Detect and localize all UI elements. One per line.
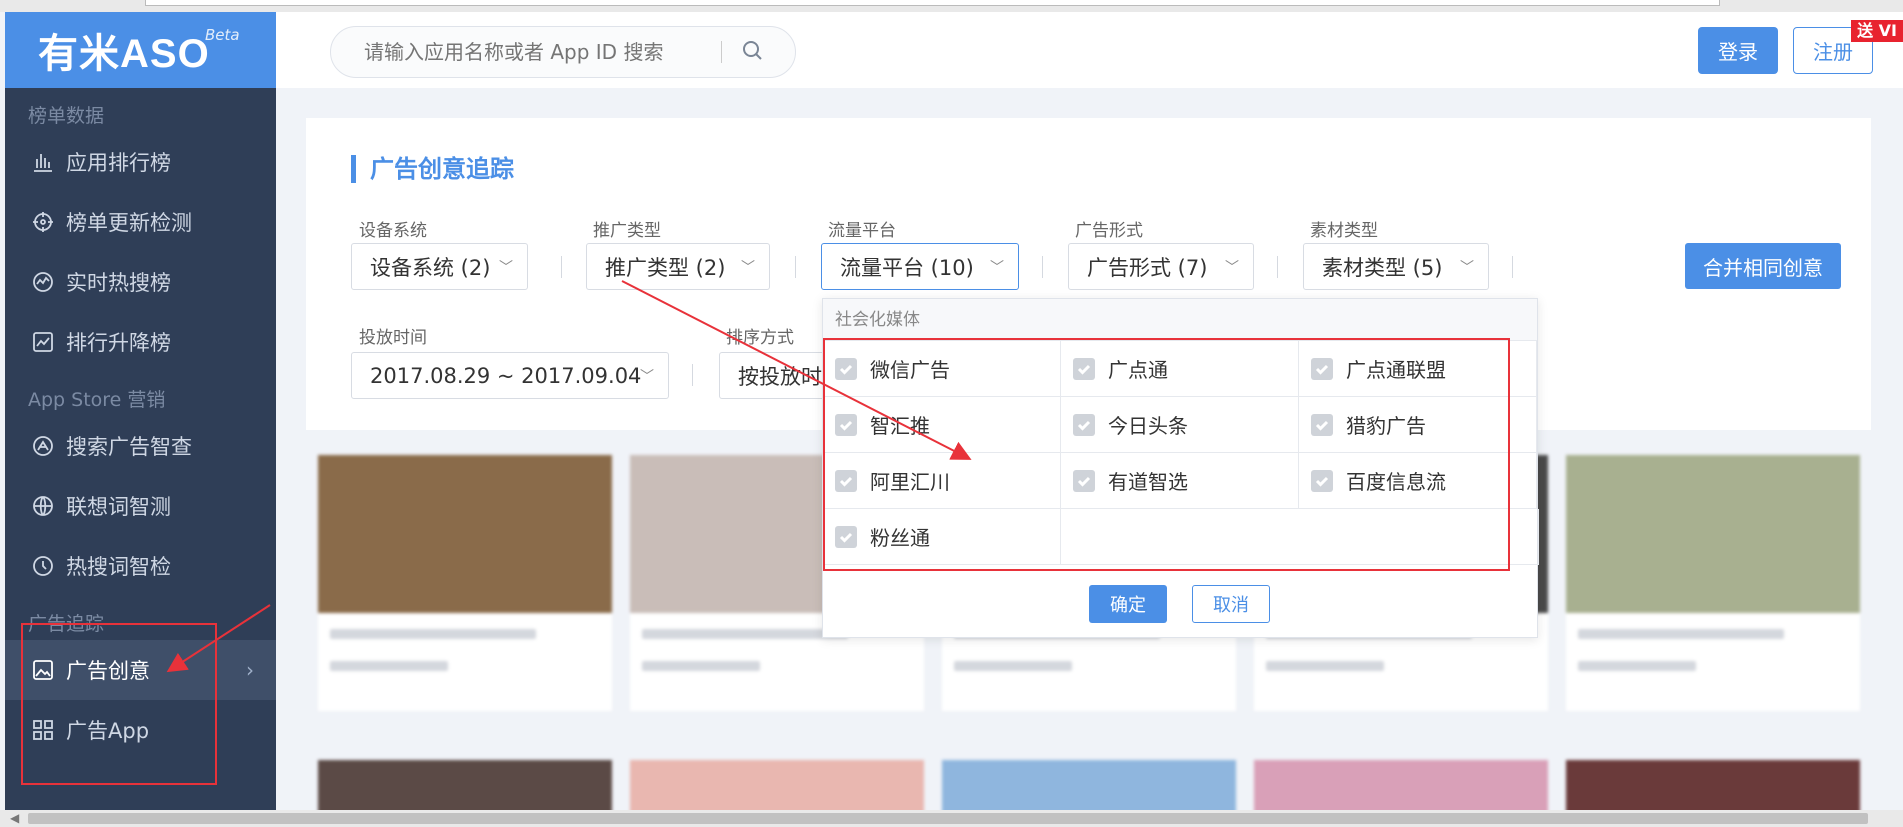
top-header: 登录 注册 送 VI [276, 12, 1903, 88]
sidebar-item-label: 实时热搜榜 [66, 271, 171, 295]
select-value: 素材类型 (5) [1322, 255, 1443, 280]
globe-icon [30, 493, 56, 519]
brand-name: 有米ASO [38, 32, 210, 76]
sidebar-item-label: 搜索广告智查 [66, 435, 192, 459]
filter-label-promo-type: 推广类型 [593, 221, 661, 241]
section-title-appstore: App Store 营销 [28, 389, 166, 411]
sidebar-item-rank-change[interactable]: 排行升降榜 [5, 312, 276, 372]
creative-meta [1578, 661, 1696, 671]
filter-label-traffic: 流量平台 [828, 221, 896, 241]
chevron-down-icon: ﹀ [990, 259, 1004, 276]
creative-meta [642, 661, 760, 671]
search-input[interactable] [331, 40, 721, 64]
filter-promo-type-select[interactable]: 推广类型 (2) ﹀ [586, 243, 770, 290]
creative-meta [330, 661, 448, 671]
sidebar-item-ranking-update[interactable]: 榜单更新检测 [5, 192, 276, 252]
browser-url-bar[interactable] [145, 0, 1720, 6]
cancel-button[interactable]: 取消 [1192, 585, 1270, 623]
filter-label-ad-format: 广告形式 [1075, 221, 1143, 241]
filter-device-select[interactable]: 设备系统 (2) ﹀ [351, 243, 528, 290]
sort-select[interactable]: 按投放时 [719, 352, 829, 399]
filter-label-device: 设备系统 [359, 221, 427, 241]
creative-meta [1266, 661, 1384, 671]
sidebar-item-hot-keywords[interactable]: 热搜词智检 [5, 536, 276, 596]
chevron-down-icon: ﹀ [640, 368, 654, 385]
sidebar-item-label: 榜单更新检测 [66, 211, 192, 235]
sidebar-item-label: 热搜词智检 [66, 555, 171, 579]
creative-card[interactable] [318, 455, 612, 711]
horizontal-scrollbar[interactable]: ◀ [0, 810, 1903, 827]
date-range-select[interactable]: 2017.08.29 ~ 2017.09.04 ﹀ [351, 352, 669, 399]
creative-caption [642, 629, 848, 639]
logo[interactable]: 有米ASO Beta [5, 12, 276, 88]
filter-label-date: 投放时间 [359, 328, 427, 348]
chevron-down-icon: ﹀ [741, 259, 755, 276]
creative-card[interactable] [1566, 455, 1860, 711]
sidebar-item-app-ranking[interactable]: 应用排行榜 [5, 132, 276, 192]
chevron-down-icon: ﹀ [1225, 259, 1239, 276]
select-value: 流量平台 (10) [840, 255, 974, 280]
select-value: 推广类型 (2) [605, 255, 726, 280]
scroll-left-icon[interactable]: ◀ [10, 811, 19, 825]
sidebar-item-search-ads[interactable]: 搜索广告智查 [5, 416, 276, 476]
divider [795, 256, 796, 278]
annotation-box-options [823, 338, 1510, 571]
creative-meta [954, 661, 1072, 671]
chevron-right-icon: › [246, 658, 254, 682]
filter-label-sort: 排序方式 [726, 328, 794, 348]
select-value: 按投放时 [738, 364, 822, 389]
login-button[interactable]: 登录 [1698, 27, 1778, 74]
filter-traffic-select[interactable]: 流量平台 (10) ﹀ [821, 243, 1019, 290]
promo-badge[interactable]: 送 VI [1851, 20, 1903, 42]
filter-ad-format-select[interactable]: 广告形式 (7) ﹀ [1068, 243, 1254, 290]
confirm-button[interactable]: 确定 [1089, 585, 1167, 623]
divider [692, 364, 693, 386]
bar-chart-icon [30, 149, 56, 175]
creative-caption [330, 629, 536, 639]
select-value: 广告形式 (7) [1087, 255, 1208, 280]
filter-material-select[interactable]: 素材类型 (5) ﹀ [1303, 243, 1489, 290]
chevron-down-icon: ﹀ [499, 259, 513, 276]
creative-thumbnail [318, 455, 612, 613]
browser-top-strip [0, 0, 1903, 12]
sidebar-item-label: 排行升降榜 [66, 331, 171, 355]
search-divider [721, 41, 722, 63]
annotation-box-sidebar [21, 623, 217, 785]
trend-circle-icon [30, 269, 56, 295]
sidebar-item-label: 应用排行榜 [66, 151, 171, 175]
sidebar-item-hot-search[interactable]: 实时热搜榜 [5, 252, 276, 312]
search-box [330, 26, 796, 78]
filter-label-material: 素材类型 [1310, 221, 1378, 241]
select-value: 2017.08.29 ~ 2017.09.04 [370, 363, 642, 388]
divider [1512, 256, 1513, 278]
sidebar-item-label: 联想词智测 [66, 495, 171, 519]
merge-creatives-button[interactable]: 合并相同创意 [1685, 243, 1841, 289]
dropdown-group-title: 社会化媒体 [823, 299, 1537, 341]
chevron-down-icon: ﹀ [1460, 259, 1474, 276]
creative-caption [1578, 629, 1784, 639]
select-value: 设备系统 (2) [370, 255, 491, 280]
divider [1042, 256, 1043, 278]
creative-thumbnail [1566, 455, 1860, 613]
crosshair-icon [30, 209, 56, 235]
scrollbar-thumb[interactable] [28, 813, 1868, 824]
chart-box-icon [30, 329, 56, 355]
divider [1277, 256, 1278, 278]
gauge-icon [30, 433, 56, 459]
sidebar-item-association[interactable]: 联想词智测 [5, 476, 276, 536]
clock-icon [30, 553, 56, 579]
section-title-rankings: 榜单数据 [28, 105, 105, 127]
search-icon[interactable] [740, 38, 764, 66]
divider [561, 256, 562, 278]
page-title: 广告创意追踪 [351, 155, 514, 183]
beta-badge: Beta [205, 26, 240, 44]
